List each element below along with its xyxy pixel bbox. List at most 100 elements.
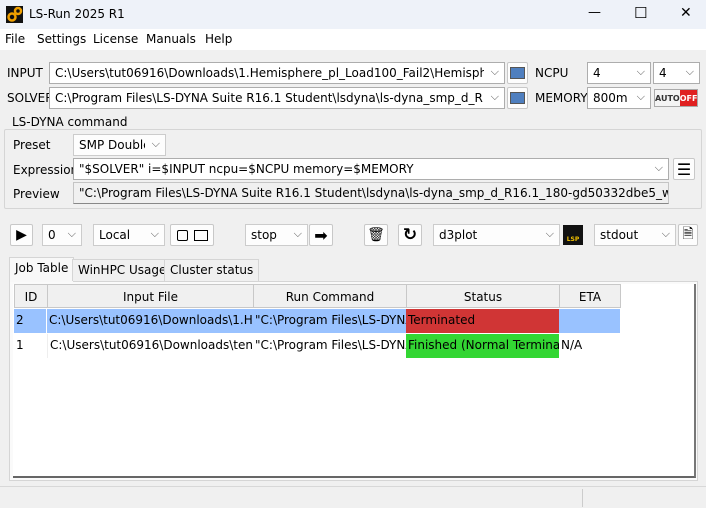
chevron-down-icon: ⌵ xyxy=(151,137,160,150)
ncpu-combo-2[interactable]: 4 ⌵ xyxy=(653,62,700,84)
cell-input-file: C:\Users\tut06916\Downloads\tension xyxy=(47,334,253,358)
input-combo[interactable]: C:\Users\tut06916\Downloads\1.Hemisphere… xyxy=(49,62,505,84)
delete-button[interactable]: 🗑 xyxy=(364,224,388,246)
cell-input-file: C:\Users\tut06916\Downloads\1.Hemisphere… xyxy=(47,309,253,333)
browse-solver-button[interactable] xyxy=(507,87,528,109)
refresh-icon: ↻ xyxy=(402,225,418,245)
menu-manuals[interactable]: Manuals xyxy=(146,32,196,46)
memory-combo[interactable]: 800m ⌵ xyxy=(587,87,651,109)
menu-settings[interactable]: Settings xyxy=(37,32,86,46)
chevron-down-icon: ⌵ xyxy=(654,161,663,174)
menu-license[interactable]: License xyxy=(93,32,138,46)
preview-field[interactable]: "C:\Program Files\LS-DYNA Suite R16.1 St… xyxy=(73,182,669,204)
chevron-down-icon: ⌵ xyxy=(661,227,670,240)
cell-id: 1 xyxy=(16,338,24,352)
location-combo[interactable]: Local ⌵ xyxy=(93,224,165,246)
input-label: INPUT xyxy=(7,66,43,80)
view-log-button[interactable]: 🗎 xyxy=(678,224,698,246)
cast-icon xyxy=(193,229,208,241)
document-icon: 🗎 xyxy=(682,226,694,242)
chevron-down-icon: ⌵ xyxy=(636,65,645,78)
preset-label: Preset xyxy=(13,138,51,152)
app-logo-icon xyxy=(6,6,23,23)
ncpu-value-2: 4 xyxy=(659,66,667,80)
preset-value: SMP Double xyxy=(79,138,145,152)
column-header-eta[interactable]: ETA xyxy=(559,284,621,308)
expression-label: Expression xyxy=(13,163,79,177)
status-divider xyxy=(582,489,583,507)
run-button[interactable]: ▶ xyxy=(10,224,33,246)
chevron-down-icon: ⌵ xyxy=(490,65,499,78)
chevron-down-icon: ⌵ xyxy=(67,227,76,240)
minimize-button[interactable]: — xyxy=(588,5,601,20)
checkbox-icon xyxy=(176,229,188,241)
action-value: stop xyxy=(251,228,277,242)
chevron-down-icon: ⌵ xyxy=(636,90,645,103)
title-bar: LS-Run 2025 R1 — ☐ ✕ xyxy=(0,0,706,29)
chevron-down-icon: ⌵ xyxy=(545,227,554,240)
cell-eta: N/A xyxy=(561,338,583,352)
solver-value: C:\Program Files\LS-DYNA Suite R16.1 Stu… xyxy=(55,91,484,105)
column-header-id[interactable]: ID xyxy=(14,284,48,308)
preset-combo[interactable]: SMP Double ⌵ xyxy=(73,134,166,156)
input-value: C:\Users\tut06916\Downloads\1.Hemisphere… xyxy=(55,66,484,80)
location-value: Local xyxy=(99,228,131,242)
window-toggle-button[interactable] xyxy=(170,224,214,246)
cell-eta xyxy=(559,309,620,333)
chevron-down-icon: ⌵ xyxy=(685,65,694,78)
group-title: LS-DYNA command xyxy=(10,115,130,129)
folder-icon xyxy=(510,92,525,104)
count-combo[interactable]: 0 ⌵ xyxy=(42,224,82,246)
expression-menu-button[interactable]: ☰ xyxy=(673,158,695,180)
arrow-right-icon: ➡ xyxy=(314,225,328,245)
menu-help[interactable]: Help xyxy=(205,32,232,46)
lsprepost-button[interactable]: LSP xyxy=(563,225,583,245)
cell-run-command: "C:\Program Files\LS-DYNA Suite R16.1 St… xyxy=(255,338,406,352)
off-label: OFF xyxy=(679,90,698,106)
stream-combo[interactable]: stdout ⌵ xyxy=(594,224,676,246)
expression-combo[interactable]: "$SOLVER" i=$INPUT ncpu=$NCPU memory=$ME… xyxy=(73,158,669,180)
memory-value: 800m xyxy=(593,91,628,105)
tab-cluster-status[interactable]: Cluster status xyxy=(164,259,260,281)
window-title: LS-Run 2025 R1 xyxy=(29,7,125,21)
output-combo[interactable]: d3plot ⌵ xyxy=(433,224,560,246)
tab-winhpc-usage[interactable]: WinHPC Usage xyxy=(72,259,173,281)
expression-value: "$SOLVER" i=$INPUT ncpu=$NCPU memory=$ME… xyxy=(79,162,414,176)
cell-status: Finished (Normal Termination) xyxy=(406,334,559,358)
maximize-button[interactable]: ☐ xyxy=(634,4,647,22)
action-combo[interactable]: stop ⌵ xyxy=(245,224,308,246)
folder-icon xyxy=(510,67,525,79)
hamburger-icon: ☰ xyxy=(676,159,692,179)
chevron-down-icon: ⌵ xyxy=(150,227,159,240)
ncpu-label: NCPU xyxy=(535,66,569,80)
memory-label: MEMORY xyxy=(535,91,588,105)
cell-id: 2 xyxy=(14,309,46,333)
trash-icon: 🗑 xyxy=(367,227,385,243)
column-header-status[interactable]: Status xyxy=(406,284,560,308)
chevron-down-icon: ⌵ xyxy=(490,90,499,103)
ncpu-value: 4 xyxy=(593,66,601,80)
close-button[interactable]: ✕ xyxy=(680,5,692,21)
solver-label: SOLVER xyxy=(7,91,54,105)
refresh-button[interactable]: ↻ xyxy=(398,224,422,246)
tab-job-table[interactable]: Job Table xyxy=(9,257,75,282)
preview-label: Preview xyxy=(13,187,60,201)
lsp-icon: LSP xyxy=(566,236,580,243)
cell-run-command: "C:\Program Files\LS-DYNA Suite R16.1 St… xyxy=(253,309,406,333)
auto-label: AUTO xyxy=(655,90,680,106)
chevron-down-icon: ⌵ xyxy=(293,227,302,240)
browse-input-button[interactable] xyxy=(507,62,528,84)
output-value: d3plot xyxy=(439,228,478,242)
menu-bar: File Settings License Manuals Help xyxy=(0,29,706,50)
column-header-input-file[interactable]: Input File xyxy=(47,284,254,308)
count-value: 0 xyxy=(48,228,56,242)
ncpu-combo[interactable]: 4 ⌵ xyxy=(587,62,651,84)
cell-status: Terminated xyxy=(406,309,559,333)
apply-action-button[interactable]: ➡ xyxy=(309,224,333,246)
solver-combo[interactable]: C:\Program Files\LS-DYNA Suite R16.1 Stu… xyxy=(49,87,505,109)
memory-auto-toggle[interactable]: AUTO OFF xyxy=(654,89,698,107)
stream-value: stdout xyxy=(600,228,639,242)
status-bar xyxy=(0,486,706,508)
column-header-run-command[interactable]: Run Command xyxy=(253,284,407,308)
menu-file[interactable]: File xyxy=(5,32,25,46)
